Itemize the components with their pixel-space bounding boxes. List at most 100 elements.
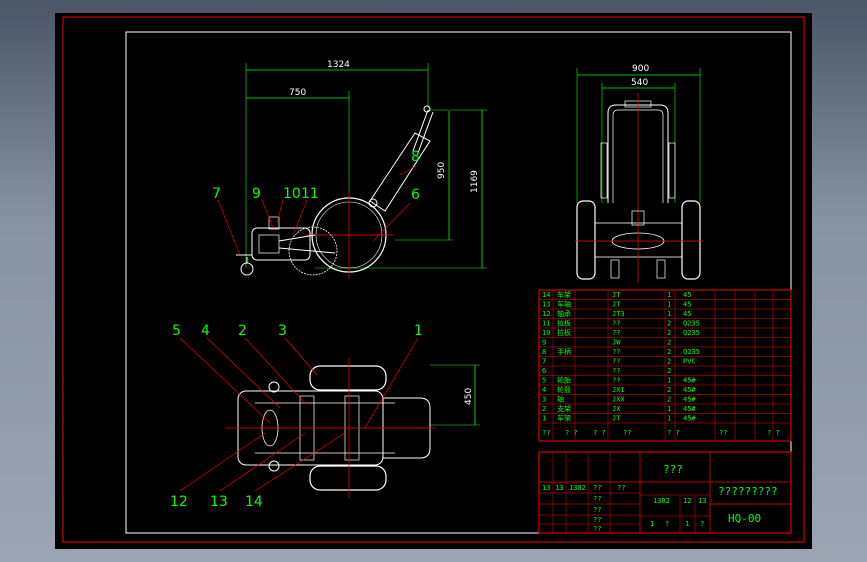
callout-6: 6 xyxy=(411,187,420,203)
drawing-number: HQ-00 xyxy=(728,512,761,525)
tb-cell: ?? xyxy=(593,506,601,514)
tb-cell: ?? xyxy=(593,495,601,503)
bom-cell-no: 3 xyxy=(542,396,546,404)
cad-drawing-viewport[interactable]: 1324 750 950 1169 7 9 10 11 8 6 900 540 … xyxy=(55,13,812,549)
bom-cell-code: JT xyxy=(612,301,621,309)
tb-cell: ?? xyxy=(617,484,625,492)
dim-overall-height: 1169 xyxy=(470,170,480,193)
bom-cell-qty: 2 xyxy=(667,396,671,404)
bill-of-materials: 14 车架 JT 1 4513 车轴 JT 1 4512 轴承 JT3 1 4511 拉板?? 2 Q2351… xyxy=(538,289,792,442)
bom-cell-qty: 1 xyxy=(667,377,671,385)
bom-cell-code: JT3 xyxy=(612,310,625,318)
callout-14: 14 xyxy=(245,494,263,510)
callout-9: 9 xyxy=(252,186,261,202)
bom-cell-mat: 45 xyxy=(683,291,691,299)
dim-overall-length: 1324 xyxy=(327,60,350,70)
bom-cell-code: ?? xyxy=(612,348,620,356)
bom-cell-code: JX1 xyxy=(612,386,625,394)
bom-cell-no: 9 xyxy=(542,339,546,347)
tb-cell: 1 xyxy=(650,520,654,528)
bom-cell-code: ?? xyxy=(612,329,620,337)
bom-cell-qty: 2 xyxy=(667,386,671,394)
bom-cell-code: ?? xyxy=(612,320,620,328)
bom-cell-qty: 2 xyxy=(667,367,671,375)
tb-cell: ?? xyxy=(593,484,601,492)
bom-cell-qty: 2 xyxy=(667,329,671,337)
bom-cell-name: 支架 xyxy=(557,404,571,413)
callout-10: 10 xyxy=(283,186,301,202)
front-view: 900 540 xyxy=(575,64,703,283)
bom-cell-no: 13 xyxy=(542,301,550,309)
bom-cell-name: 拉板 xyxy=(557,319,571,328)
tb-cell: 1302 xyxy=(653,497,670,505)
bom-cell-code: ?? xyxy=(612,358,620,366)
bom-cell-no: 5 xyxy=(542,377,546,385)
callout-5: 5 xyxy=(172,323,181,339)
bom-cell-qty: 1 xyxy=(667,301,671,309)
bom-cell-name: 轮毂 xyxy=(557,385,571,394)
dim-plan-width: 450 xyxy=(464,388,474,405)
tb-cell: 1302 xyxy=(569,484,586,492)
bom-header-cell: ?? xyxy=(542,429,550,437)
callout-2: 2 xyxy=(238,323,247,339)
bom-cell-name: 轴承 xyxy=(557,309,571,318)
bom-cell-mat: PVC xyxy=(683,358,696,366)
bom-cell-no: 1 xyxy=(542,415,546,423)
bom-cell-mat: 45# xyxy=(683,386,696,394)
bom-cell-qty: 1 xyxy=(667,405,671,413)
bom-cell-mat: Q235 xyxy=(683,329,700,337)
bom-header-cell: ? ? xyxy=(767,429,780,437)
bom-header-cell: ?? xyxy=(719,429,727,437)
bom-cell-name: 轴 xyxy=(557,395,564,404)
callout-11: 11 xyxy=(301,186,319,202)
tb-cell: ?? xyxy=(593,516,601,524)
bom-cell-no: 8 xyxy=(542,348,546,356)
callout-8: 8 xyxy=(411,149,420,165)
bom-cell-code: JX xyxy=(612,405,621,413)
bom-cell-qty: 1 xyxy=(667,415,671,423)
tb-cell: ? xyxy=(700,520,704,528)
bom-header-cell: ?? xyxy=(623,429,631,437)
bom-cell-mat: 45 xyxy=(683,301,691,309)
bom-cell-no: 7 xyxy=(542,358,546,366)
bom-cell-name: 车架 xyxy=(557,290,571,299)
bom-cell-no: 6 xyxy=(542,367,546,375)
callout-13: 13 xyxy=(210,494,228,510)
bom-cell-qty: 1 xyxy=(667,310,671,318)
drawing-canvas: 1324 750 950 1169 7 9 10 11 8 6 900 540 … xyxy=(62,16,805,543)
right-wheel-front xyxy=(681,200,701,280)
bom-cell-no: 4 xyxy=(542,386,546,394)
bom-cell-name: 车轴 xyxy=(557,300,571,309)
bom-cell-qty: 2 xyxy=(667,320,671,328)
bom-cell-mat: 45# xyxy=(683,415,696,423)
bom-cell-mat: 45# xyxy=(683,396,696,404)
dim-track-width: 540 xyxy=(631,78,648,88)
callout-7: 7 xyxy=(212,186,221,202)
tb-cell: 13 xyxy=(542,484,550,492)
bom-cell-mat: 45# xyxy=(683,377,696,385)
bom-cell-code: ?? xyxy=(612,377,620,385)
bom-cell-name: 拉板 xyxy=(557,328,571,337)
tb-cell: ? xyxy=(665,520,669,528)
bom-cell-qty: 2 xyxy=(667,358,671,366)
title-block: ??? ????????? HQ-00 13 13 1302 ?? ?? ?? … xyxy=(538,451,792,534)
bom-cell-mat: Q235 xyxy=(683,348,700,356)
callout-1: 1 xyxy=(414,323,423,339)
bom-cell-qty: 2 xyxy=(667,348,671,356)
dim-wheel-offset: 750 xyxy=(289,88,306,98)
callout-12: 12 xyxy=(170,494,188,510)
bom-cell-no: 10 xyxy=(542,329,550,337)
dim-handle-height: 950 xyxy=(437,162,447,179)
bom-cell-no: 11 xyxy=(542,320,550,328)
tb-cell: 1 xyxy=(685,520,689,528)
bom-cell-code: ?? xyxy=(612,367,620,375)
bom-cell-code: JXX xyxy=(612,396,625,404)
bom-header-cell: ? ? xyxy=(667,429,680,437)
bom-header-cell: ? ? xyxy=(565,429,578,437)
bom-header-cell: ? ? xyxy=(593,429,606,437)
bom-cell-name: 手柄 xyxy=(557,347,571,356)
bom-cell-qty: 1 xyxy=(667,291,671,299)
bom-cell-mat: Q235 xyxy=(683,320,700,328)
bom-cell-no: 2 xyxy=(542,405,546,413)
bom-cell-name: 车架 xyxy=(557,414,571,423)
